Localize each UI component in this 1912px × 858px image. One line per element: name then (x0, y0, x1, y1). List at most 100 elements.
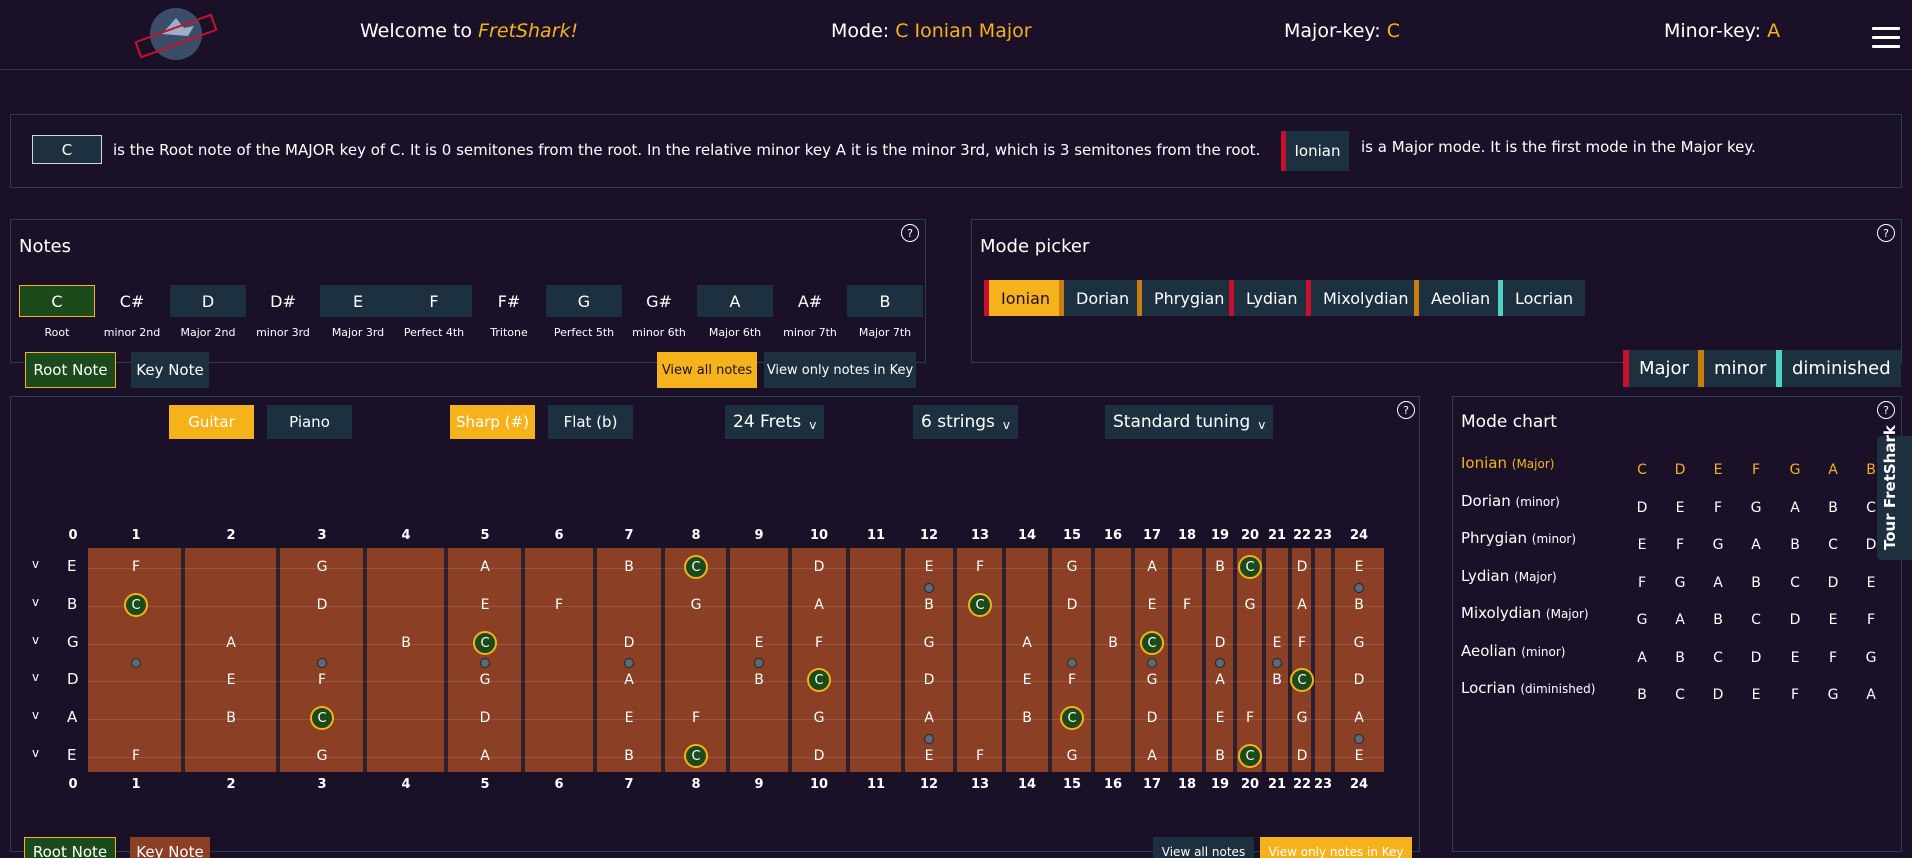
fretboard-note[interactable]: F (124, 746, 148, 766)
fretboard-note[interactable]: D (473, 708, 497, 728)
fretboard-note[interactable]: G (917, 633, 941, 653)
note-button[interactable]: C (19, 285, 95, 317)
fretboard-note[interactable]: E (219, 670, 243, 690)
fretboard-note[interactable]: B (617, 557, 641, 577)
fretboard-note[interactable]: G (310, 746, 334, 766)
fretboard-note[interactable]: G (1060, 557, 1084, 577)
fretboard-note[interactable]: D (1347, 670, 1371, 690)
strings-select[interactable]: 6 strings v (913, 405, 1018, 439)
flat-button[interactable]: Flat (b) (548, 405, 633, 439)
fretboard-note[interactable]: E (1347, 746, 1371, 766)
string-toggle-chevron-icon[interactable]: v (32, 557, 39, 571)
string-toggle-chevron-icon[interactable]: v (32, 670, 39, 684)
fretboard-note[interactable]: A (1015, 633, 1039, 653)
fretboard-note[interactable]: F (807, 633, 831, 653)
note-button[interactable]: A# (772, 285, 848, 317)
piano-button[interactable]: Piano (267, 405, 352, 439)
fretboard-note[interactable]: B (394, 633, 418, 653)
fretboard-note[interactable]: G (1290, 708, 1314, 728)
fretshark-logo[interactable] (132, 4, 220, 64)
guitar-button[interactable]: Guitar (169, 405, 254, 439)
fretboard-note[interactable]: A (807, 595, 831, 615)
fretboard-root-note[interactable]: C (310, 706, 334, 730)
fretboard-root-note[interactable]: C (1140, 631, 1164, 655)
note-button[interactable]: D# (245, 285, 321, 317)
note-button[interactable]: G (546, 285, 622, 317)
string-toggle-chevron-icon[interactable]: v (32, 746, 39, 760)
note-button[interactable]: D (170, 285, 246, 317)
fretboard-note[interactable]: E (917, 746, 941, 766)
fretboard-note[interactable]: A (1208, 670, 1232, 690)
fretboard-note[interactable]: B (1015, 708, 1039, 728)
fretboard-note[interactable]: B (1347, 595, 1371, 615)
fretboard-note[interactable]: A (219, 633, 243, 653)
fretboard-note[interactable]: F (310, 670, 334, 690)
frets-select[interactable]: 24 Frets v (725, 405, 825, 439)
mode-button-dorian[interactable]: Dorian (1059, 280, 1142, 316)
fretboard-root-note[interactable]: C (684, 555, 708, 579)
fretboard-help-icon[interactable]: ? (1397, 401, 1415, 419)
notes-key-note-button[interactable]: Key Note (131, 352, 209, 388)
fretboard-root-note[interactable]: C (1290, 668, 1314, 692)
fretboard-note[interactable]: A (917, 708, 941, 728)
fretboard-root-note[interactable]: C (968, 593, 992, 617)
fretboard-note[interactable]: B (1265, 670, 1289, 690)
fretboard-note[interactable]: B (1208, 746, 1232, 766)
fretboard-note[interactable]: G (1347, 633, 1371, 653)
fretboard-note[interactable]: F (547, 595, 571, 615)
mode-button-mixolydian[interactable]: Mixolydian (1306, 280, 1421, 316)
fretboard-note[interactable]: D (1140, 708, 1164, 728)
fretboard-key-note-button[interactable]: Key Note (130, 837, 210, 858)
mode-button-lydian[interactable]: Lydian (1229, 280, 1310, 316)
fretboard-note[interactable]: G (1140, 670, 1164, 690)
fretboard-note[interactable]: D (1060, 595, 1084, 615)
fretboard-note[interactable]: D (807, 746, 831, 766)
fretboard-note[interactable]: D (917, 670, 941, 690)
hamburger-menu-icon[interactable] (1872, 27, 1900, 51)
fretboard-root-note[interactable]: C (807, 668, 831, 692)
note-button[interactable]: C# (94, 285, 170, 317)
fretboard-view-key-button[interactable]: View only notes in Key (1260, 837, 1412, 858)
fretboard-note[interactable]: B (917, 595, 941, 615)
fretboard-note[interactable]: A (1290, 595, 1314, 615)
fretboard-note[interactable]: E (617, 708, 641, 728)
tour-tab[interactable]: Tour FretShark (1877, 425, 1912, 560)
fretboard-note[interactable]: G (1238, 595, 1262, 615)
notes-view-all-button[interactable]: View all notes (657, 352, 757, 388)
fretboard-note[interactable]: E (1140, 595, 1164, 615)
fretboard-note[interactable]: D (1290, 557, 1314, 577)
fretboard-root-note[interactable]: C (473, 631, 497, 655)
note-button[interactable]: B (847, 285, 923, 317)
fretboard-note[interactable]: G (807, 708, 831, 728)
fretboard-note[interactable]: B (617, 746, 641, 766)
fretboard-root-note[interactable]: C (1238, 555, 1262, 579)
fretboard-note[interactable]: E (1208, 708, 1232, 728)
note-button[interactable]: G# (621, 285, 697, 317)
fretboard-note[interactable]: G (473, 670, 497, 690)
fretboard-view-all-button[interactable]: View all notes (1153, 837, 1254, 858)
mode-button-phrygian[interactable]: Phrygian (1137, 280, 1237, 316)
fretboard-note[interactable]: F (968, 557, 992, 577)
mode-picker-help-icon[interactable]: ? (1877, 224, 1895, 242)
fretboard-note[interactable]: B (1101, 633, 1125, 653)
mode-button-locrian[interactable]: Locrian (1498, 280, 1586, 316)
note-button[interactable]: E (320, 285, 396, 317)
fretboard-note[interactable]: G (684, 595, 708, 615)
fretboard-note[interactable]: F (124, 557, 148, 577)
fretboard-note[interactable]: E (917, 557, 941, 577)
sharp-button[interactable]: Sharp (#) (450, 405, 535, 439)
note-button[interactable]: A (697, 285, 773, 317)
note-button[interactable]: F# (471, 285, 547, 317)
fretboard-note[interactable]: E (1347, 557, 1371, 577)
fretboard-note[interactable]: E (473, 595, 497, 615)
fretboard-note[interactable]: B (747, 670, 771, 690)
fretboard-note[interactable]: E (1015, 670, 1039, 690)
fretboard-note[interactable]: D (1290, 746, 1314, 766)
fretboard-note[interactable]: E (1265, 633, 1289, 653)
fretboard-note[interactable]: F (684, 708, 708, 728)
string-toggle-chevron-icon[interactable]: v (32, 708, 39, 722)
fretboard-note[interactable]: G (1060, 746, 1084, 766)
fretboard-note[interactable]: D (310, 595, 334, 615)
fretboard-root-note[interactable]: C (124, 593, 148, 617)
notes-view-key-button[interactable]: View only notes in Key (764, 352, 916, 388)
